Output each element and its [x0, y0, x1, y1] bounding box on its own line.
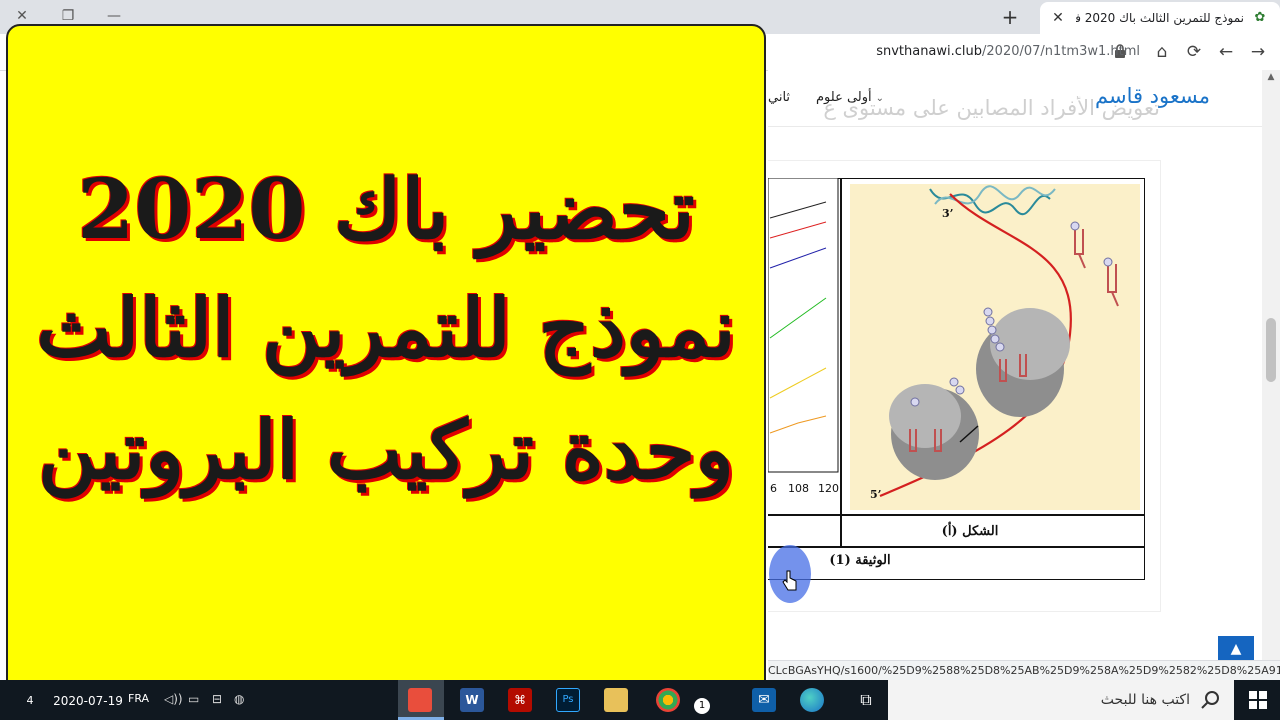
task-view-icon[interactable]: ⧉ [854, 688, 878, 712]
figure-a-label: الشكل (أ) [941, 524, 999, 539]
back-arrow-icon[interactable]: → [1246, 40, 1270, 64]
site-name-link[interactable]: مسعود قاسم [1050, 84, 1210, 108]
notification-count: 4 [26, 694, 34, 707]
edge-notification-badge: 1 [694, 698, 710, 714]
reload-icon[interactable]: ⟳ [1182, 40, 1206, 64]
graph-tick-label: 108 [788, 482, 809, 495]
graph-fragment: 6 108 120 [768, 178, 839, 495]
url-field[interactable]: snvthanawi.club/2020/07/n1tm3w1.html [760, 40, 1140, 64]
search-icon [1201, 691, 1219, 709]
edge-browser-icon[interactable] [800, 688, 824, 712]
url-path: /2020/07/n1tm3w1.html [982, 44, 1140, 59]
table-row-divider [768, 546, 1144, 548]
graph-tick-label: 6 [770, 482, 777, 495]
input-language-indicator[interactable]: FRA [128, 692, 149, 705]
recorder-app-icon[interactable] [408, 688, 432, 712]
scroll-to-top-button[interactable]: ▲ [1218, 636, 1254, 660]
pdf-reader-icon[interactable]: ⌘ [508, 688, 532, 712]
photoshop-icon[interactable]: Ps [556, 688, 580, 712]
scroll-up-arrow-icon[interactable]: ▲ [1262, 72, 1280, 86]
scrollbar-thumb[interactable] [1266, 318, 1276, 382]
tray-app-icon[interactable]: ◍ [234, 692, 244, 706]
mail-icon[interactable]: ✉ [752, 688, 776, 712]
word-icon[interactable]: W [460, 688, 484, 712]
chrome-browser-icon[interactable] [656, 688, 680, 712]
graph-tick-label: 120 [818, 482, 839, 495]
windows-start-button[interactable] [1236, 680, 1280, 720]
tray-volume-icon[interactable]: ◁)) [164, 692, 183, 706]
table-row-divider [768, 514, 1144, 516]
file-explorer-icon[interactable] [604, 688, 628, 712]
table-column-divider [840, 178, 842, 546]
overlay-title-line-3: وحدة تركيب البروتين [38, 403, 734, 497]
status-url-bar: CLcBGAsYHQ/s1600/%25D9%2588%25D8%25AB%25… [768, 660, 1280, 681]
tray-battery-icon[interactable]: ▭ [188, 692, 199, 706]
overlay-title-line-2: نموذج للتمرين الثالث [36, 281, 736, 375]
notification-center-icon[interactable]: 4 [18, 690, 42, 712]
browser-tab-active[interactable]: ✿ نموذج للتمرين الثالث باك 2020 في ✕ [1040, 2, 1280, 34]
tray-network-icon[interactable]: ⊟ [212, 692, 222, 706]
hand-cursor-icon [782, 570, 797, 591]
new-tab-button[interactable]: + [998, 5, 1022, 29]
site-favicon-icon: ✿ [1254, 10, 1266, 25]
nav-item-label: أولى علوم [816, 90, 872, 105]
home-icon[interactable]: ⌂ [1150, 40, 1174, 64]
taskbar-search-input[interactable]: اكتب هنا للبحث [1000, 680, 1190, 720]
tab-title: نموذج للتمرين الثالث باك 2020 في [1076, 11, 1244, 25]
three-prime-label: 3’ [942, 207, 953, 220]
nav-item-second-year[interactable]: ثاني [768, 90, 790, 105]
url-host: snvthanawi.club [876, 44, 983, 59]
overlay-title-line-1: تحضير باك 2020 [77, 162, 695, 258]
chevron-down-icon: ⌄ [875, 93, 885, 104]
taskbar-date[interactable]: 2020-07-19 [52, 694, 124, 708]
forward-arrow-icon[interactable]: ← [1214, 40, 1238, 64]
translation-illustration: 3’ 5’ [850, 184, 1140, 510]
five-prime-label: 5’ [870, 488, 881, 501]
nav-item-first-year[interactable]: أولى علوم ⌄ [816, 90, 884, 105]
tab-close-icon[interactable]: ✕ [1050, 10, 1066, 26]
